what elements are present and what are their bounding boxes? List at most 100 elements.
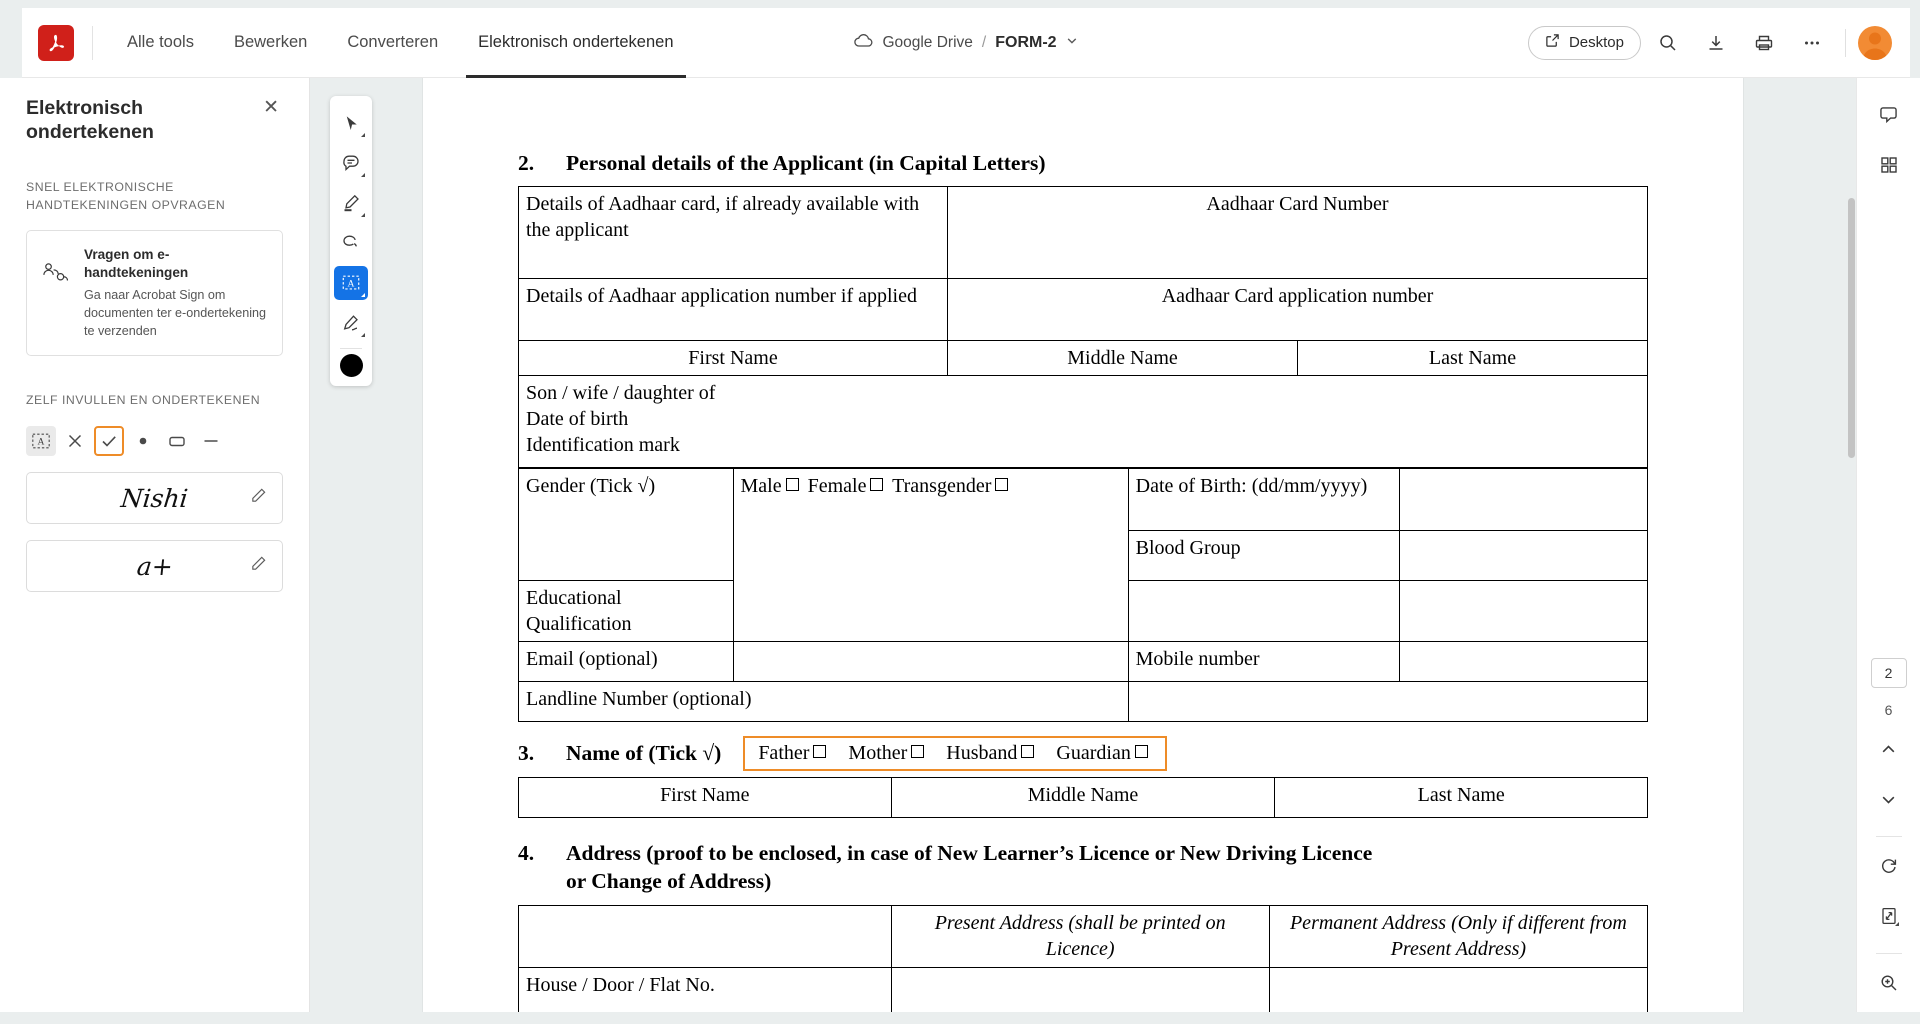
pdf-page: 2. Personal details of the Applicant (in… xyxy=(423,78,1743,1012)
page-number-input[interactable]: 2 xyxy=(1871,658,1907,688)
breadcrumb-separator: / xyxy=(982,34,986,52)
father-checkbox[interactable] xyxy=(813,745,826,758)
present-address-header: Present Address (shall be printed on Lic… xyxy=(891,905,1269,967)
tab-label: Converteren xyxy=(347,33,438,52)
dot-icon[interactable] xyxy=(128,426,158,456)
close-icon[interactable]: ✕ xyxy=(259,96,283,119)
pencil-icon[interactable] xyxy=(250,555,267,577)
blood-group-value-cell[interactable] xyxy=(1399,530,1647,580)
gender-options-cell[interactable]: Male Female Transgender xyxy=(733,468,1128,641)
pdf-viewport[interactable]: 2. Personal details of the Applicant (in… xyxy=(310,78,1856,1012)
add-text-icon[interactable]: A xyxy=(26,426,56,456)
tab-converteren[interactable]: Converteren xyxy=(327,8,458,78)
request-card-title: Vragen om e-handtekeningen xyxy=(84,246,268,281)
aadhaar-value-cell[interactable]: Aadhaar Card Number xyxy=(948,186,1648,278)
svg-text:A: A xyxy=(348,279,355,290)
pencil-icon[interactable] xyxy=(250,487,267,509)
page-navigation-controls: 2 6 xyxy=(1868,658,1910,1024)
section2-number: 2. xyxy=(518,150,544,177)
all-tools-grid-icon[interactable] xyxy=(1868,144,1910,186)
sign-pen-icon[interactable] xyxy=(334,306,368,340)
fit-page-icon[interactable] xyxy=(1868,895,1910,937)
tab-bewerken[interactable]: Bewerken xyxy=(214,8,327,78)
table-row: Present Address (shall be printed on Lic… xyxy=(519,905,1648,967)
annotation-vertical-toolbar: A xyxy=(330,96,372,386)
tab-elektronisch-ondertekenen[interactable]: Elektronisch ondertekenen xyxy=(458,8,693,78)
line-icon[interactable] xyxy=(196,426,226,456)
rotate-clockwise-icon[interactable] xyxy=(1868,845,1910,887)
chevron-up-icon[interactable] xyxy=(1868,728,1910,770)
middle-name-header: Middle Name xyxy=(948,340,1298,375)
rectangle-icon[interactable] xyxy=(162,426,192,456)
dropdown-corner-indicator xyxy=(361,133,365,137)
document-scrollbar[interactable] xyxy=(1847,78,1856,1012)
request-esignatures-card[interactable]: Vragen om e-handtekeningen Ga naar Acrob… xyxy=(26,230,283,356)
permanent-address-value[interactable] xyxy=(1269,967,1647,1012)
panel-header: Elektronisch ondertekenen ✕ xyxy=(26,96,283,145)
check-mark-icon[interactable] xyxy=(94,426,124,456)
education-extra-cell[interactable] xyxy=(1399,580,1647,641)
mother-checkbox[interactable] xyxy=(911,745,924,758)
relation-option: Husband xyxy=(946,742,1038,765)
highlighter-icon[interactable] xyxy=(334,186,368,220)
adobe-acrobat-logo-icon[interactable] xyxy=(38,25,74,61)
signature-card-2[interactable]: a+ xyxy=(26,540,283,592)
last-name-header: Last Name xyxy=(1298,340,1648,375)
chevron-down-icon[interactable] xyxy=(1066,34,1079,52)
scrollbar-thumb[interactable] xyxy=(1848,198,1855,458)
color-swatch-black[interactable] xyxy=(340,354,363,377)
desktop-button[interactable]: Desktop xyxy=(1528,26,1641,60)
husband-checkbox[interactable] xyxy=(1021,745,1034,758)
last-name-header: Last Name xyxy=(1275,777,1648,817)
gender-transgender-checkbox[interactable] xyxy=(995,478,1008,491)
blood-group-label-cell: Blood Group xyxy=(1128,530,1399,580)
mobile-value-cell[interactable] xyxy=(1399,641,1647,681)
cross-mark-icon[interactable] xyxy=(60,426,90,456)
table-row: Landline Number (optional) xyxy=(519,681,1648,721)
tab-alle-tools[interactable]: Alle tools xyxy=(107,8,214,78)
gender-male-label: Male xyxy=(741,475,782,497)
section-label-request: SNEL ELEKTRONISCHE HANDTEKENINGEN OPVRAG… xyxy=(26,179,283,215)
email-value-cell[interactable] xyxy=(733,641,1128,681)
section4-title: Address (proof to be enclosed, in case o… xyxy=(566,840,1386,896)
husband-label: Husband xyxy=(946,742,1017,764)
signature-text: Nishi xyxy=(120,484,190,513)
tab-label: Bewerken xyxy=(234,33,307,52)
esign-left-panel: Elektronisch ondertekenen ✕ SNEL ELEKTRO… xyxy=(0,78,310,1012)
signature-card-1[interactable]: Nishi xyxy=(26,472,283,524)
breadcrumb-storage[interactable]: Google Drive xyxy=(882,34,972,52)
gender-male-checkbox[interactable] xyxy=(786,478,799,491)
user-avatar[interactable] xyxy=(1858,26,1892,60)
search-icon[interactable] xyxy=(1647,22,1689,64)
present-address-value[interactable] xyxy=(891,967,1269,1012)
table-row: First Name Middle Name Last Name xyxy=(519,777,1648,817)
email-label-cell: Email (optional) xyxy=(519,641,734,681)
print-icon[interactable] xyxy=(1743,22,1785,64)
section2-table-lower: Gender (Tick √) Male Female Transgender … xyxy=(518,468,1648,722)
zoom-out-icon[interactable] xyxy=(1868,1012,1910,1024)
section2-heading: 2. Personal details of the Applicant (in… xyxy=(518,150,1648,177)
zoom-in-icon[interactable] xyxy=(1868,962,1910,1004)
more-options-icon[interactable] xyxy=(1791,22,1833,64)
aadhaar-app-value-cell[interactable]: Aadhaar Card application number xyxy=(948,278,1648,340)
top-toolbar: Alle tools Bewerken Converteren Elektron… xyxy=(22,8,1910,78)
chevron-down-icon[interactable] xyxy=(1868,778,1910,820)
dob-value-cell[interactable] xyxy=(1399,468,1647,530)
gender-female-checkbox[interactable] xyxy=(870,478,883,491)
section3-selection-box[interactable]: Father Mother Husband Guardian xyxy=(743,736,1167,771)
select-cursor-icon[interactable] xyxy=(334,106,368,140)
download-icon[interactable] xyxy=(1695,22,1737,64)
add-text-field-icon[interactable]: A xyxy=(334,266,368,300)
relation-details-cell[interactable]: Son / wife / daughter of Date of birth I… xyxy=(519,375,1648,467)
top-toolbar-actions: Desktop xyxy=(1528,22,1910,64)
dropdown-corner-indicator xyxy=(361,293,365,297)
acrobat-app: Alle tools Bewerken Converteren Elektron… xyxy=(0,0,1920,1024)
landline-value-cell[interactable] xyxy=(1128,681,1647,721)
section4-heading: 4. Address (proof to be enclosed, in cas… xyxy=(518,840,1648,896)
education-value-cell[interactable] xyxy=(1128,580,1399,641)
comment-panel-icon[interactable] xyxy=(1868,94,1910,136)
lasso-erase-icon[interactable] xyxy=(334,226,368,260)
svg-text:A: A xyxy=(38,437,45,448)
comment-icon[interactable] xyxy=(334,146,368,180)
guardian-checkbox[interactable] xyxy=(1135,745,1148,758)
